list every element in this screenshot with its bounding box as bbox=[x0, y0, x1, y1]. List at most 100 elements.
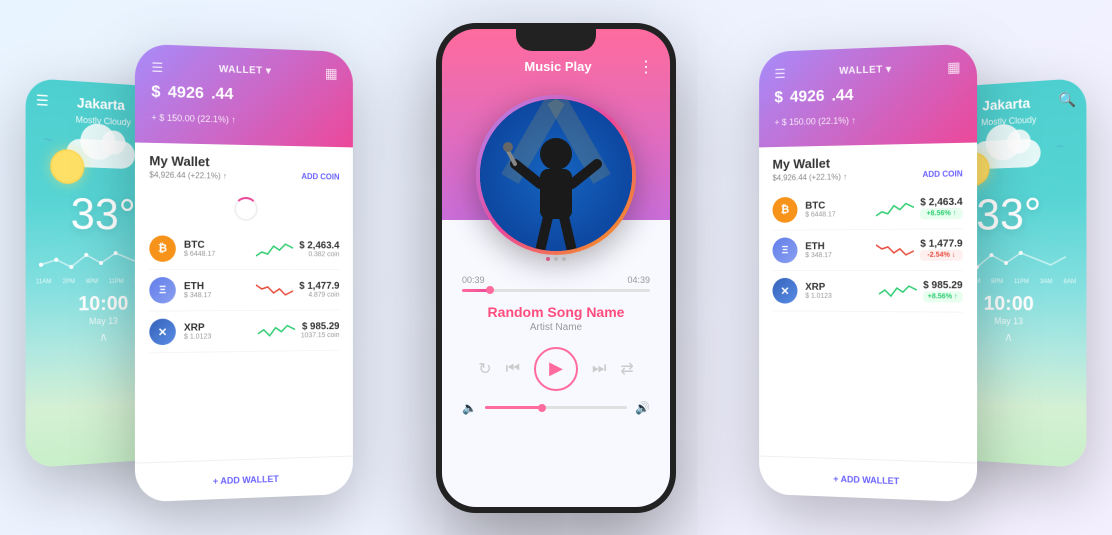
add-wallet-btn-right[interactable]: + ADD WALLET bbox=[833, 473, 899, 485]
btc-sparkline-left bbox=[256, 238, 293, 260]
graph-label-r2: 8PM bbox=[991, 278, 1003, 284]
artist-silhouette bbox=[480, 99, 632, 251]
wallet-footer-right: + ADD WALLET bbox=[759, 455, 977, 502]
xrp-info-right: XRP $ 1.0123 bbox=[805, 281, 872, 299]
xrp-amount-left: 1037.15 coin bbox=[301, 332, 340, 339]
btc-change-right: +8.56% ↑ bbox=[920, 207, 962, 219]
album-art-outer bbox=[476, 95, 636, 255]
currency-symbol-right: $ bbox=[774, 89, 783, 106]
progress-dot bbox=[486, 286, 494, 294]
play-button[interactable]: ▶ bbox=[534, 347, 578, 391]
dot-1 bbox=[546, 257, 550, 261]
xrp-price-right: $ 985.29 bbox=[923, 280, 963, 291]
qr-icon-right[interactable]: ▦ bbox=[947, 58, 961, 76]
dot-3 bbox=[562, 257, 566, 261]
eth-change-right: -2.54% ↓ bbox=[920, 249, 962, 260]
add-coin-btn-right[interactable]: ADD COIN bbox=[922, 169, 962, 179]
artist-svg bbox=[480, 99, 632, 251]
wallet-body-left: My Wallet $4,926.44 (+22.1%) ↑ ADD COIN … bbox=[135, 142, 353, 462]
btc-amount-left: 0.382 coin bbox=[299, 251, 339, 258]
wallet-phone-left: ☰ WALLET ▾ ▦ $ 4926 .44 + $ 150.00 (22.1… bbox=[135, 43, 353, 502]
volume-section: 🔈 🔊 bbox=[442, 397, 670, 425]
add-coin-btn-left[interactable]: ADD COIN bbox=[301, 171, 339, 181]
music-menu-icon[interactable]: ⋮ bbox=[638, 57, 654, 77]
bird-left: 〜 bbox=[44, 134, 52, 146]
btc-name-right: BTC bbox=[805, 199, 870, 211]
repeat-button[interactable]: ↻ bbox=[478, 359, 491, 379]
xrp-name-right: XRP bbox=[805, 281, 872, 292]
song-info: Random Song Name Artist Name bbox=[442, 304, 670, 341]
xrp-usd-left: $ 1.0123 bbox=[184, 332, 252, 340]
eth-info-left: ETH $ 348.17 bbox=[184, 280, 250, 298]
wallet-header-right: ☰ WALLET ▾ ▦ $ 4926 .44 + $ 150.00 (22.1… bbox=[759, 43, 977, 147]
btc-icon-left: ₿ bbox=[149, 235, 176, 261]
music-time-current: 00:39 bbox=[462, 275, 485, 285]
xrp-value-left: $ 985.29 1037.15 coin bbox=[301, 321, 340, 339]
eth-name-right: ETH bbox=[805, 240, 870, 251]
wallet-hamburger-right[interactable]: ☰ bbox=[774, 66, 785, 79]
hamburger-icon-left[interactable]: ☰ bbox=[36, 92, 49, 107]
btc-price-left: $ 2,463.4 bbox=[299, 240, 339, 251]
album-art-inner bbox=[480, 99, 632, 251]
amount-cents-left: .44 bbox=[211, 85, 233, 103]
coin-row-xrp-left: ✕ XRP $ 1.0123 $ 985.29 1037.15 coin bbox=[149, 310, 339, 353]
xrp-info-left: XRP $ 1.0123 bbox=[184, 321, 252, 340]
next-button[interactable]: ⏭ bbox=[592, 360, 606, 378]
xrp-change-right: +8.56% ↑ bbox=[923, 291, 963, 302]
coin-row-eth-left: Ξ ETH $ 348.17 $ 1,477.9 4.879 coin bbox=[149, 269, 339, 311]
music-time-total: 04:39 bbox=[627, 275, 650, 285]
wallet-body-right: My Wallet $4,926.44 (+22.1%) ↑ ADD COIN … bbox=[759, 142, 977, 462]
music-controls: ↻ ⏮ ▶ ⏭ ⇄ bbox=[442, 341, 670, 397]
btc-usd-left: $ 6448.17 bbox=[184, 250, 250, 257]
btc-sparkline-right bbox=[876, 197, 914, 220]
add-wallet-btn-left[interactable]: + ADD WALLET bbox=[213, 473, 279, 485]
artist-name-text: Artist Name bbox=[462, 322, 650, 333]
vol-dot bbox=[538, 404, 546, 412]
btc-value-left: $ 2,463.4 0.382 coin bbox=[299, 240, 339, 258]
xrp-name-left: XRP bbox=[184, 321, 252, 333]
weather-city-left: Jakarta bbox=[77, 93, 125, 112]
dot-2 bbox=[554, 257, 558, 261]
music-title: Music Play bbox=[478, 59, 638, 74]
amount-main-right: 4926 bbox=[790, 87, 825, 105]
xrp-usd-right: $ 1.0123 bbox=[805, 292, 872, 299]
xrp-icon-right: ✕ bbox=[772, 277, 797, 303]
coin-row-xrp-right: ✕ XRP $ 1.0123 $ 985.29 +8.56% ↑ bbox=[772, 270, 962, 312]
wallet-hamburger-left[interactable]: ☰ bbox=[151, 60, 163, 74]
eth-price-left: $ 1,477.9 bbox=[299, 280, 339, 291]
xrp-icon-left: ✕ bbox=[149, 318, 176, 345]
volume-bar[interactable] bbox=[485, 406, 627, 409]
album-art-container bbox=[442, 85, 670, 255]
music-progress-section: 00:39 04:39 bbox=[442, 263, 670, 304]
shuffle-button[interactable]: ⇄ bbox=[620, 359, 633, 379]
btc-info-right: BTC $ 6448.17 bbox=[805, 199, 870, 218]
loading-circle-left bbox=[234, 196, 258, 220]
eth-amount-left: 4.879 coin bbox=[299, 291, 339, 298]
search-icon-right[interactable]: 🔍 bbox=[1058, 90, 1076, 108]
eth-value-left: $ 1,477.9 4.879 coin bbox=[299, 280, 339, 298]
btc-price-right: $ 2,463.4 bbox=[920, 196, 962, 208]
prev-button[interactable]: ⏮ bbox=[506, 360, 520, 378]
eth-name-left: ETH bbox=[184, 280, 250, 291]
progress-bar[interactable] bbox=[462, 289, 650, 292]
graph-label-r5: 8AM bbox=[1064, 279, 1077, 285]
btc-name-left: BTC bbox=[184, 239, 250, 250]
wallet-section-title-left: My Wallet bbox=[149, 152, 339, 171]
eth-usd-left: $ 348.17 bbox=[184, 291, 250, 298]
qr-icon-left[interactable]: ▦ bbox=[325, 64, 338, 81]
coin-row-btc-left: ₿ BTC $ 6448.17 $ 2,463.4 0.382 coin bbox=[149, 228, 339, 270]
eth-sparkline-left bbox=[256, 278, 293, 300]
eth-info-right: ETH $ 348.17 bbox=[805, 240, 870, 258]
graph-label-0: 11AM bbox=[36, 279, 52, 285]
wallet-title-left: WALLET ▾ bbox=[219, 64, 271, 77]
graph-label-r4: 3AM bbox=[1040, 279, 1052, 285]
vol-high-icon[interactable]: 🔊 bbox=[635, 401, 650, 415]
coin-row-eth-right: Ξ ETH $ 348.17 $ 1,477.9 -2.54% ↓ bbox=[772, 229, 962, 271]
vol-low-icon[interactable]: 🔈 bbox=[462, 401, 477, 415]
scene: ☰ Jakarta 🔍 Mostly Cloudy 〜 〜 33° bbox=[26, 13, 1086, 523]
wallet-screen-left: ☰ WALLET ▾ ▦ $ 4926 .44 + $ 150.00 (22.1… bbox=[135, 43, 353, 502]
music-phone: Music Play ⋮ bbox=[436, 23, 676, 513]
music-screen: Music Play ⋮ bbox=[442, 29, 670, 507]
weather-city-right: Jakarta bbox=[982, 94, 1030, 113]
wallet-loading-left bbox=[149, 187, 339, 229]
